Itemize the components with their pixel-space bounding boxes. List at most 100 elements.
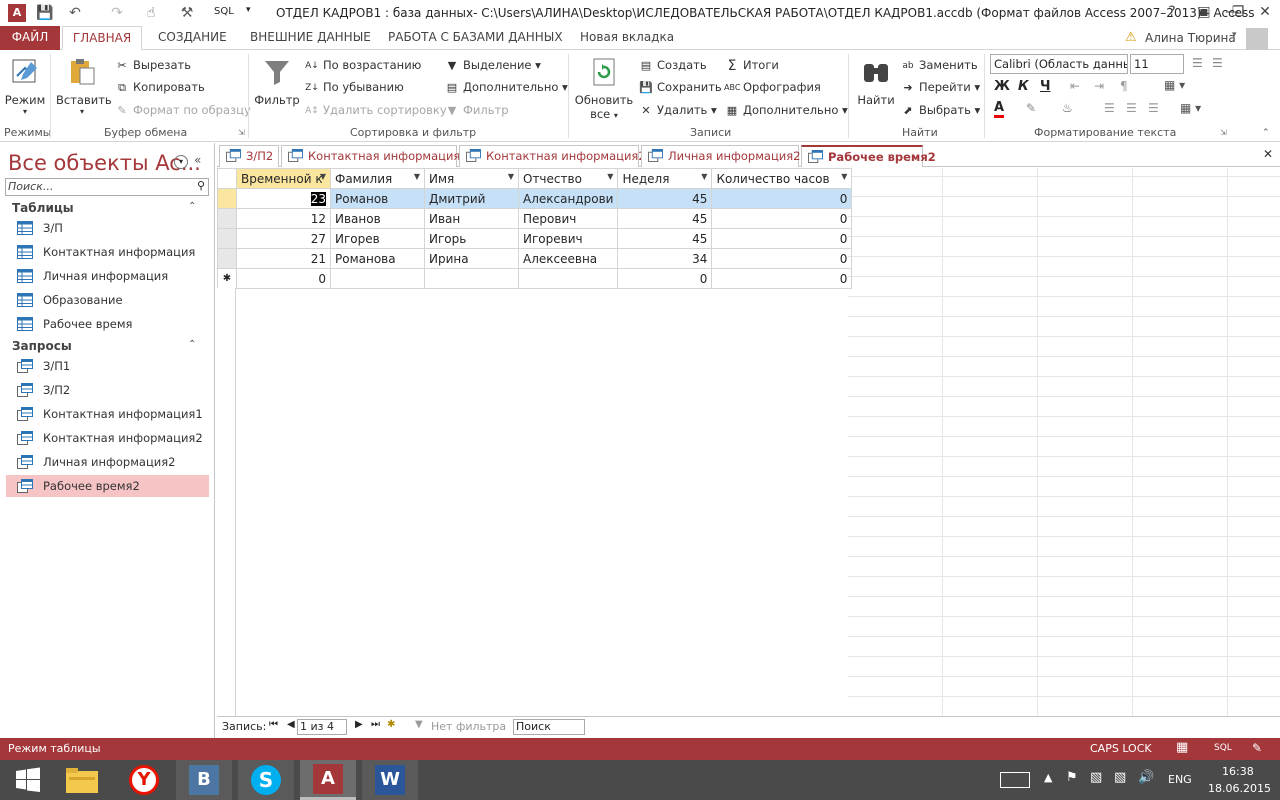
record-search-input[interactable]: Поиск [513,719,585,735]
yandex-browser-button[interactable]: Y [116,760,172,800]
table-cell[interactable]: Романов [330,188,425,209]
customize-icon[interactable]: ⚒ [176,3,198,23]
doc-tab[interactable]: Контактная информация1 [281,145,468,167]
underline-button[interactable]: Ч [1040,79,1051,94]
nav-pane-title[interactable]: Все объекты Ac... [8,151,201,175]
design-view-icon[interactable]: ✎ [1252,741,1262,755]
find-button[interactable]: Найти [854,56,898,107]
goto-button[interactable]: ➜ Перейти ▾ [900,77,980,97]
tab-database-tools[interactable]: РАБОТА С БАЗАМИ ДАННЫХ [378,26,573,50]
first-record-icon[interactable]: ⏮ [269,719,278,730]
italic-button[interactable]: К [1018,79,1029,94]
column-dropdown-icon[interactable]: ▼ [701,172,707,181]
file-explorer-button[interactable] [54,760,110,800]
new-record-button[interactable]: ▤ Создать [638,55,707,75]
no-filter-button[interactable]: Нет фильтра [431,720,506,733]
qat-sql-button[interactable]: SQL [214,6,234,17]
user-name[interactable]: Алина Тюрина [1145,31,1236,45]
nav-query-item[interactable]: З/П2 [6,379,209,401]
sort-descending-button[interactable]: Z↓ По убыванию [304,77,404,97]
row-selector[interactable] [217,208,237,229]
keyboard-icon[interactable] [1000,772,1030,788]
nav-table-item[interactable]: Рабочее время [6,313,209,335]
undo-icon[interactable]: ↶ [64,3,86,23]
table-cell[interactable]: Романова [330,248,425,269]
column-header[interactable]: Количество часов ▼ [711,168,853,189]
doc-tab[interactable]: З/П2 [219,145,279,167]
table-cell[interactable]: 45 [617,208,713,229]
format-painter-button[interactable]: ✎ Формат по образцу [114,100,250,120]
language-indicator[interactable]: ENG [1168,773,1192,786]
row-selector[interactable] [217,248,237,269]
tab-create[interactable]: СОЗДАНИЕ [148,26,237,50]
doc-tab[interactable]: Личная информация2 [641,145,800,167]
column-dropdown-icon[interactable]: ▼ [841,172,847,181]
table-cell[interactable]: Ирина [424,248,519,269]
bold-button[interactable]: Ж [994,79,1010,94]
start-button[interactable] [0,760,56,800]
restore-button[interactable]: ❐ [1224,0,1252,26]
doc-tab-close-icon[interactable]: ✕ [1263,147,1273,161]
table-cell[interactable]: 0 [236,268,331,289]
sort-ascending-button[interactable]: A↓ По возрастанию [304,55,421,75]
table-cell[interactable]: Игорев [330,228,425,249]
column-header[interactable]: Временной к ▼ [236,168,331,189]
row-selector[interactable] [217,188,237,209]
clock-date[interactable]: 18.06.2015 [1208,782,1271,795]
select-button[interactable]: ⬈ Выбрать ▾ [900,100,980,120]
table-cell[interactable]: Игоревич [517,228,619,249]
tab-external-data[interactable]: ВНЕШНИЕ ДАННЫЕ [240,26,381,50]
table-cell[interactable]: Игорь [424,228,519,249]
datasheet-view-icon[interactable]: ▦ [1176,740,1188,755]
column-dropdown-icon[interactable]: ▼ [414,172,420,181]
fill-color-icon[interactable]: ♨ [1062,101,1073,115]
skype-button[interactable]: S [238,760,294,800]
column-header[interactable]: Имя ▼ [424,168,519,189]
network-icon[interactable]: ▧ [1114,770,1126,785]
table-row[interactable]: 12 Иванов Иван Перович 45 0 [217,208,853,229]
sql-view-button[interactable]: SQL [1214,743,1232,753]
clock-time[interactable]: 16:38 [1222,765,1254,778]
table-cell[interactable] [424,268,519,289]
record-position-input[interactable]: 1 из 4 [297,719,347,735]
column-dropdown-icon[interactable]: ▼ [508,172,514,181]
table-cell[interactable]: 0 [617,268,713,289]
list-numbering-icon[interactable]: ☰ [1192,56,1203,70]
nav-table-item[interactable]: З/П [6,217,209,239]
last-record-icon[interactable]: ⏭ [371,719,380,730]
table-row[interactable]: 27 Игорев Игорь Игоревич 45 0 [217,228,853,249]
column-dropdown-icon[interactable]: ▼ [320,172,326,181]
more-records-button[interactable]: ▦ Дополнительно ▾ [724,100,848,120]
view-mode-button[interactable]: Режим ▾ [4,56,46,116]
toggle-filter-button[interactable]: ▼ Фильтр [444,100,509,120]
align-left-icon[interactable]: ☰ [1104,101,1115,115]
row-selector[interactable] [217,228,237,249]
table-cell[interactable]: Иван [424,208,519,229]
dialog-launcher-icon[interactable]: ⇲ [238,128,245,137]
font-name-select[interactable]: Calibri (Область данны [990,54,1128,74]
tab-file[interactable]: ФАЙЛ [0,26,60,50]
filter-button[interactable]: Фильтр [254,56,300,107]
delete-record-button[interactable]: ✕ Удалить ▾ [638,100,716,120]
dialog-launcher-icon[interactable]: ⇲ [1220,128,1227,137]
table-cell[interactable]: 34 [617,248,713,269]
nav-query-item[interactable]: Личная информация2 [6,451,209,473]
table-cell[interactable]: 0 [711,268,853,289]
new-record-row[interactable]: ✱ 0 0 0 [217,268,853,289]
remove-sort-button[interactable]: A↕ Удалить сортировку [304,100,447,120]
nav-query-item[interactable]: З/П1 [6,355,209,377]
close-window-button[interactable]: ✕ [1250,0,1280,26]
nav-table-item[interactable]: Контактная информация [6,241,209,263]
collapse-ribbon-icon[interactable]: ⌃ [1262,128,1270,138]
table-cell[interactable]: Александрови [517,188,619,209]
table-cell[interactable]: 0 [711,248,853,269]
shutter-bar-icon[interactable]: « [194,153,201,167]
show-hidden-icons[interactable]: ▲ [1044,771,1052,784]
touch-mode-icon[interactable]: ☝ [140,3,162,23]
battery-icon[interactable]: ▧ [1090,770,1102,785]
nav-table-item[interactable]: Личная информация [6,265,209,287]
paragraph-icon[interactable]: ¶ [1120,79,1128,93]
qat-dropdown-icon[interactable]: ▾ [246,5,251,15]
highlight-icon[interactable]: ✎ [1026,101,1036,115]
collapse-section-icon[interactable]: ⌃ [188,339,196,350]
